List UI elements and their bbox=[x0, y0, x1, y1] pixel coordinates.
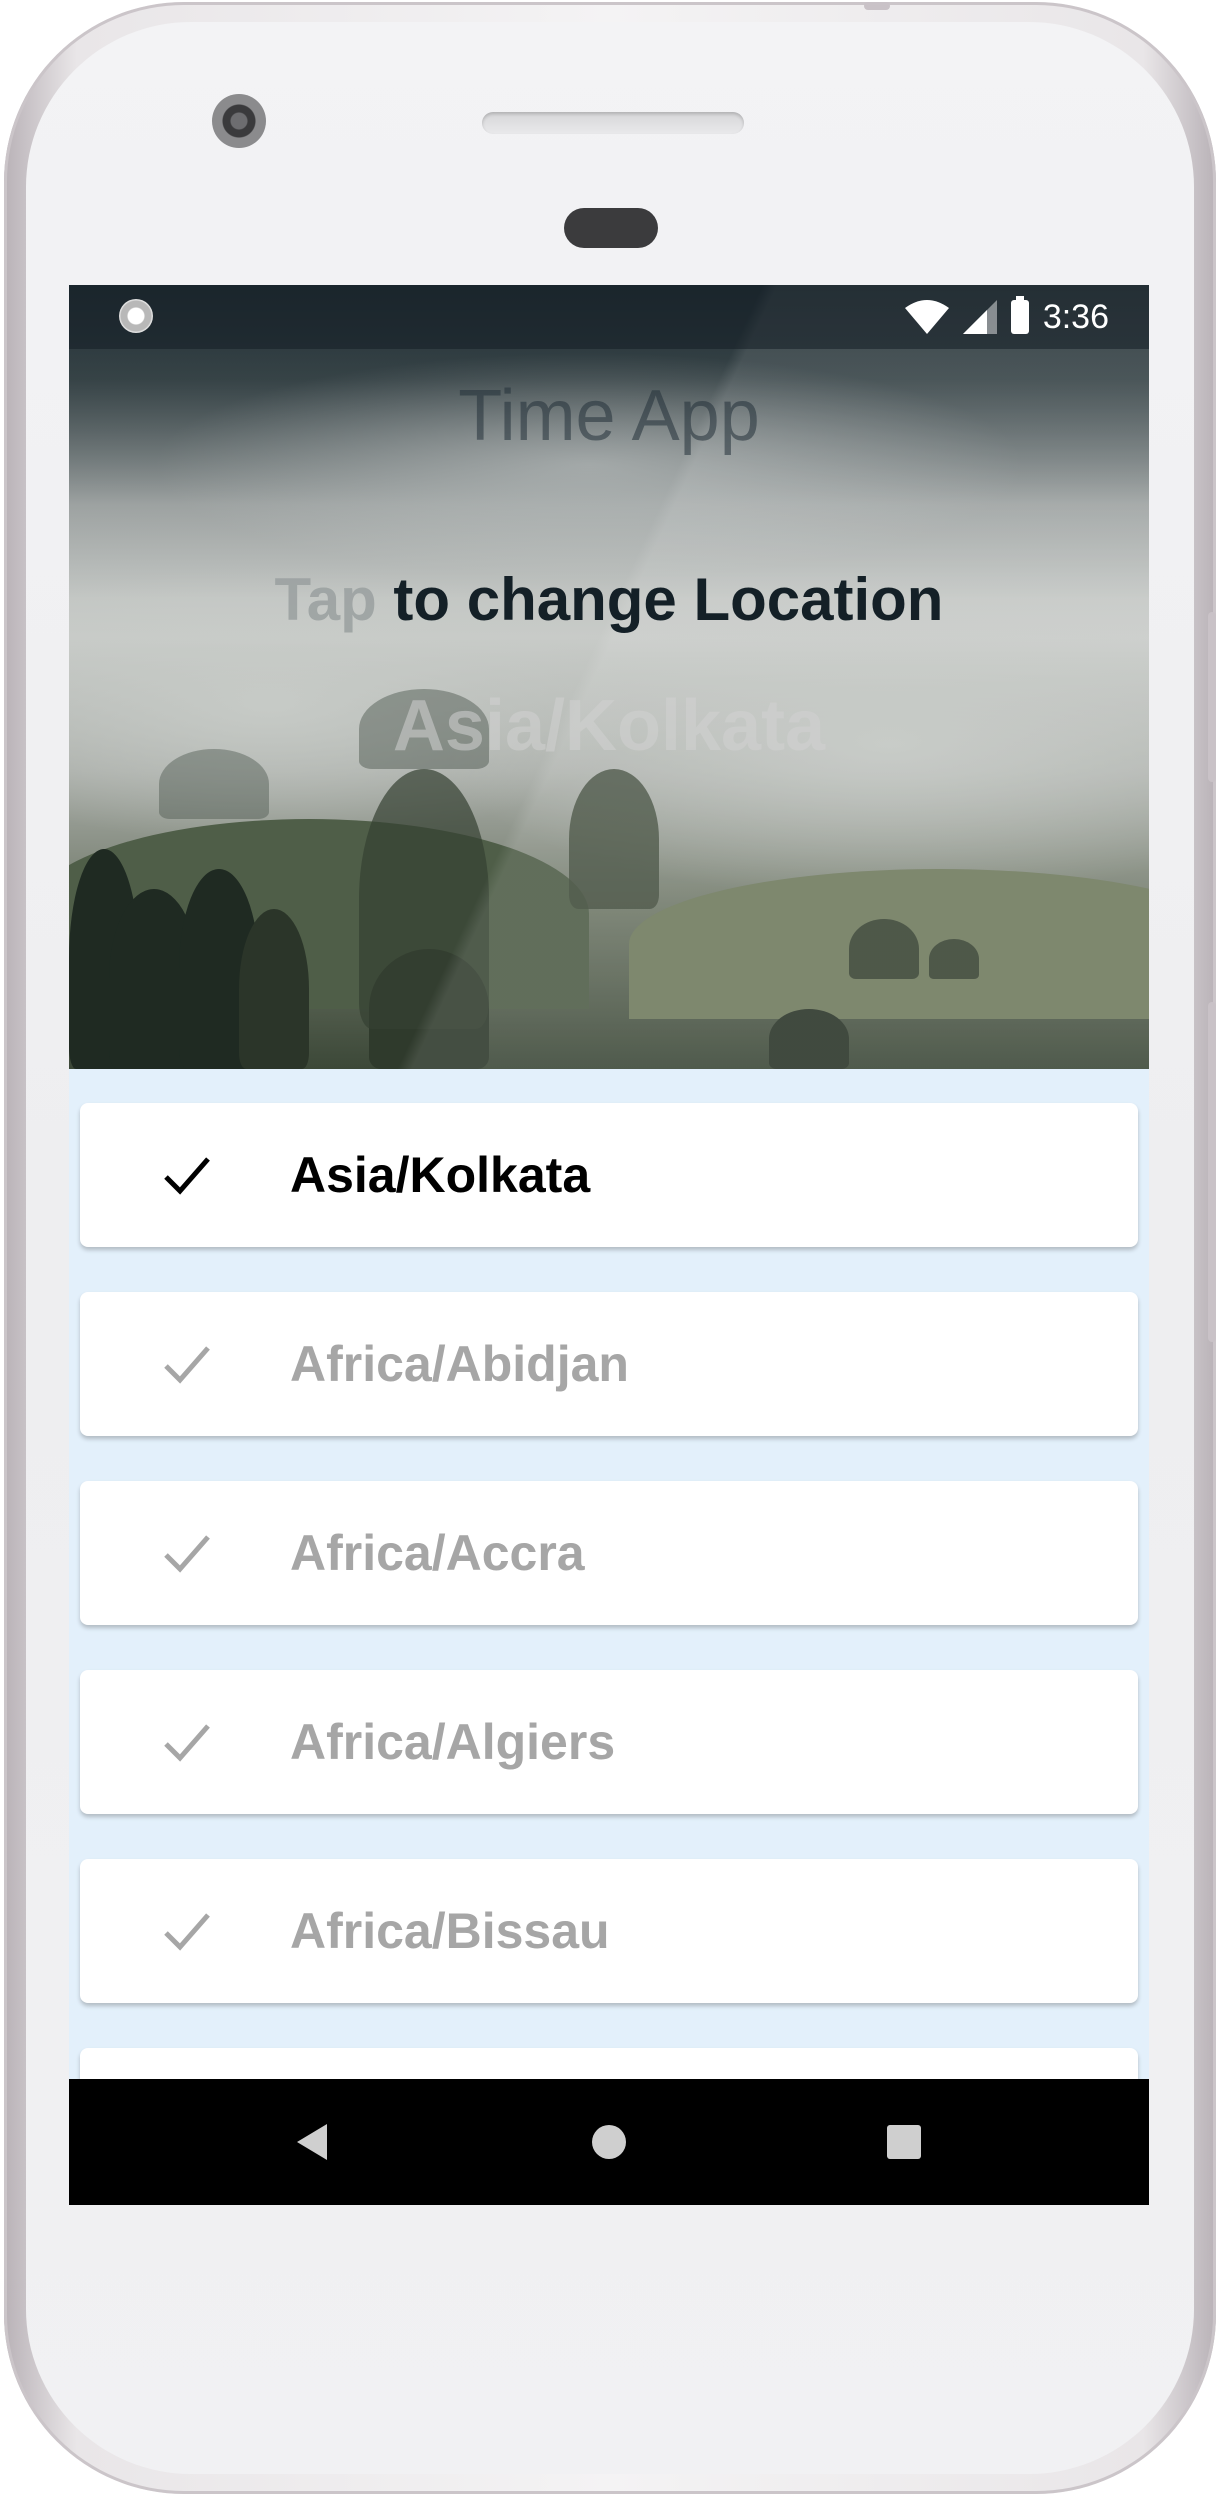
location-label: Africa/Accra bbox=[290, 1525, 585, 1581]
speaker-grille bbox=[482, 112, 744, 134]
front-camera bbox=[212, 94, 266, 148]
list-item[interactable]: Africa/Algiers bbox=[80, 1670, 1138, 1814]
check-icon bbox=[164, 1346, 210, 1384]
recents-icon[interactable] bbox=[879, 2117, 929, 2167]
location-label: Africa/Algiers bbox=[290, 1714, 616, 1770]
navigation-bar bbox=[69, 2079, 1149, 2205]
list-item[interactable]: Africa/Abidjan bbox=[80, 1292, 1138, 1436]
status-time: 3:36 bbox=[1042, 297, 1109, 336]
wifi-icon bbox=[904, 300, 949, 334]
subtitle-tap: Tap bbox=[274, 566, 377, 633]
volume-button bbox=[1208, 1002, 1216, 1342]
list-item[interactable]: Africa/Accra bbox=[80, 1481, 1138, 1625]
location-list: Asia/Kolkata Africa/Abidjan Africa/Accra… bbox=[69, 1069, 1149, 2079]
current-location: Asia/Kolkata bbox=[392, 686, 826, 766]
list-item[interactable]: Asia/Kolkata bbox=[80, 1103, 1138, 1247]
change-location-button[interactable]: Tap to change Location bbox=[69, 565, 1149, 634]
location-label: Asia/Kolkata bbox=[290, 1147, 591, 1203]
top-button bbox=[864, 2, 890, 10]
hero-background: 3:36 Time App Tap to change Location Asi… bbox=[69, 285, 1149, 1069]
check-icon bbox=[164, 1913, 210, 1951]
notification-icon bbox=[119, 299, 153, 333]
check-icon bbox=[164, 1157, 210, 1195]
signal-icon bbox=[962, 300, 997, 334]
list-item[interactable]: Africa/Bissau bbox=[80, 1859, 1138, 2003]
subtitle-rest: to change Location bbox=[376, 566, 944, 633]
screen: 3:36 Time App Tap to change Location Asi… bbox=[69, 285, 1149, 2205]
power-button bbox=[1208, 612, 1216, 782]
check-icon bbox=[164, 1535, 210, 1573]
location-label: Africa/Bissau bbox=[290, 1903, 610, 1959]
status-bar: 3:36 bbox=[69, 285, 1149, 349]
location-label: Africa/Abidjan bbox=[290, 1336, 629, 1392]
app-title: Time App bbox=[458, 376, 760, 456]
back-icon[interactable] bbox=[289, 2117, 339, 2167]
home-icon[interactable] bbox=[584, 2117, 634, 2167]
check-icon bbox=[164, 1724, 210, 1762]
earpiece bbox=[564, 208, 658, 248]
phone-frame: 3:36 Time App Tap to change Location Asi… bbox=[4, 2, 1216, 2494]
battery-icon bbox=[1010, 296, 1029, 334]
list-item[interactable] bbox=[80, 2048, 1138, 2079]
status-icons: 3:36 bbox=[904, 295, 1109, 339]
